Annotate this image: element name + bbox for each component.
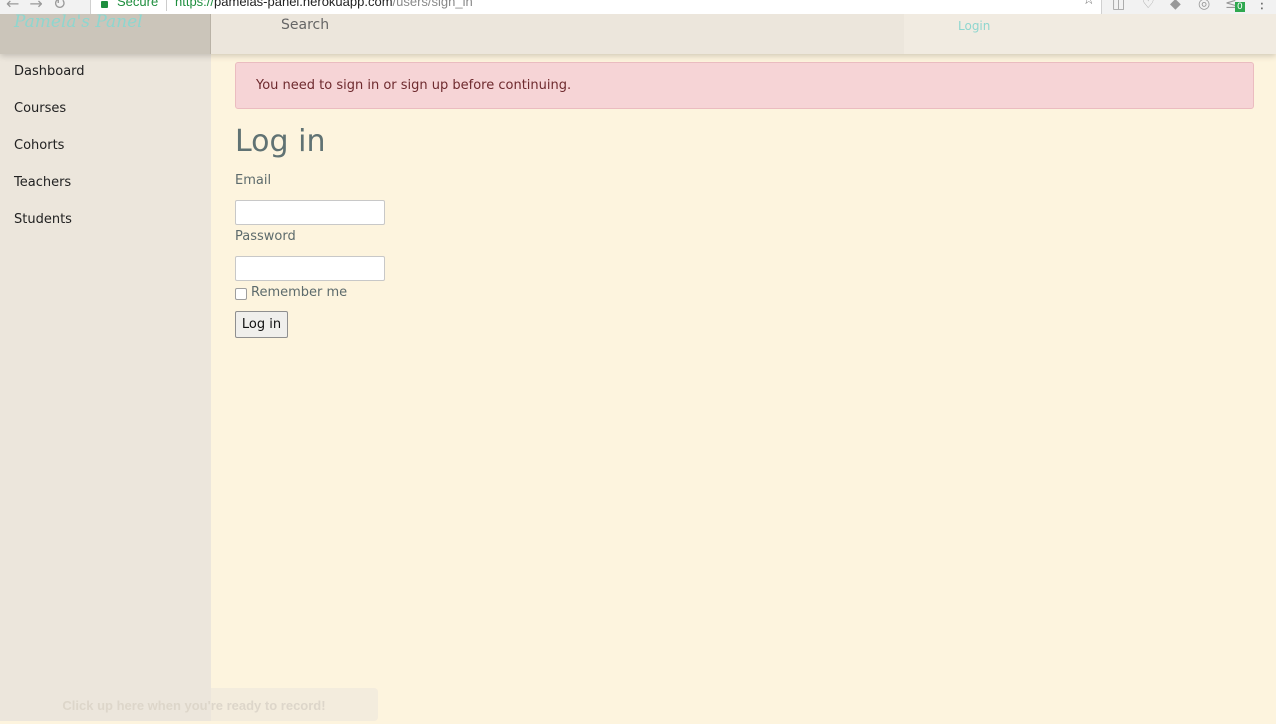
sidebar-item-dashboard[interactable]: Dashboard xyxy=(14,64,85,79)
secure-label: Secure xyxy=(117,0,159,9)
record-prompt[interactable]: Click up here when you're ready to recor… xyxy=(10,688,378,721)
address-separator xyxy=(166,0,167,11)
login-submit-button[interactable]: Log in xyxy=(235,311,288,338)
brand-logo[interactable]: Pamela's Panel xyxy=(14,12,143,32)
extension-circle-icon[interactable]: ◎ xyxy=(1198,0,1210,12)
sidebar-item-cohorts[interactable]: Cohorts xyxy=(14,138,64,153)
remember-me-label[interactable]: Remember me xyxy=(251,285,347,300)
alert-banner: You need to sign in or sign up before co… xyxy=(235,62,1254,109)
extension-badge-count: 0 xyxy=(1235,2,1245,12)
sidebar-item-teachers[interactable]: Teachers xyxy=(14,175,71,190)
alert-message: You need to sign in or sign up before co… xyxy=(256,78,572,93)
password-field[interactable] xyxy=(235,256,385,281)
login-link[interactable]: Login xyxy=(958,19,990,33)
url-path: /users/sign_in xyxy=(392,0,473,9)
search-link[interactable]: Search xyxy=(281,17,329,33)
address-bar[interactable]: Secure https://pamelas-panel.herokuapp.c… xyxy=(90,0,1102,14)
email-label: Email xyxy=(235,173,272,188)
browser-menu-icon[interactable]: ⋮ xyxy=(1255,0,1269,12)
browser-toolbar: ←→↻ Secure https://pamelas-panel.herokua… xyxy=(0,0,1276,14)
email-field[interactable] xyxy=(235,200,385,225)
browser-nav-icons[interactable]: ←→↻ xyxy=(6,0,76,13)
password-label: Password xyxy=(235,229,296,244)
sidebar-item-courses[interactable]: Courses xyxy=(14,101,66,116)
page-title: Log in xyxy=(235,124,326,159)
url-text[interactable]: https://pamelas-panel.herokuapp.com/user… xyxy=(175,0,473,9)
extension-puzzle-icon[interactable]: ◆ xyxy=(1170,0,1181,12)
sidebar: Dashboard Courses Cohorts Teachers Stude… xyxy=(0,54,211,721)
bookmark-star-icon[interactable]: ☆ xyxy=(1082,0,1095,8)
url-scheme: https:// xyxy=(175,0,215,9)
url-host: pamelas-panel.herokuapp.com xyxy=(214,0,393,9)
extension-shield-icon[interactable]: ♡ xyxy=(1142,0,1155,12)
lock-icon xyxy=(101,1,108,8)
sidebar-item-students[interactable]: Students xyxy=(14,212,72,227)
cast-icon[interactable]: ◫ xyxy=(1112,0,1125,12)
remember-me-checkbox[interactable] xyxy=(235,288,247,300)
